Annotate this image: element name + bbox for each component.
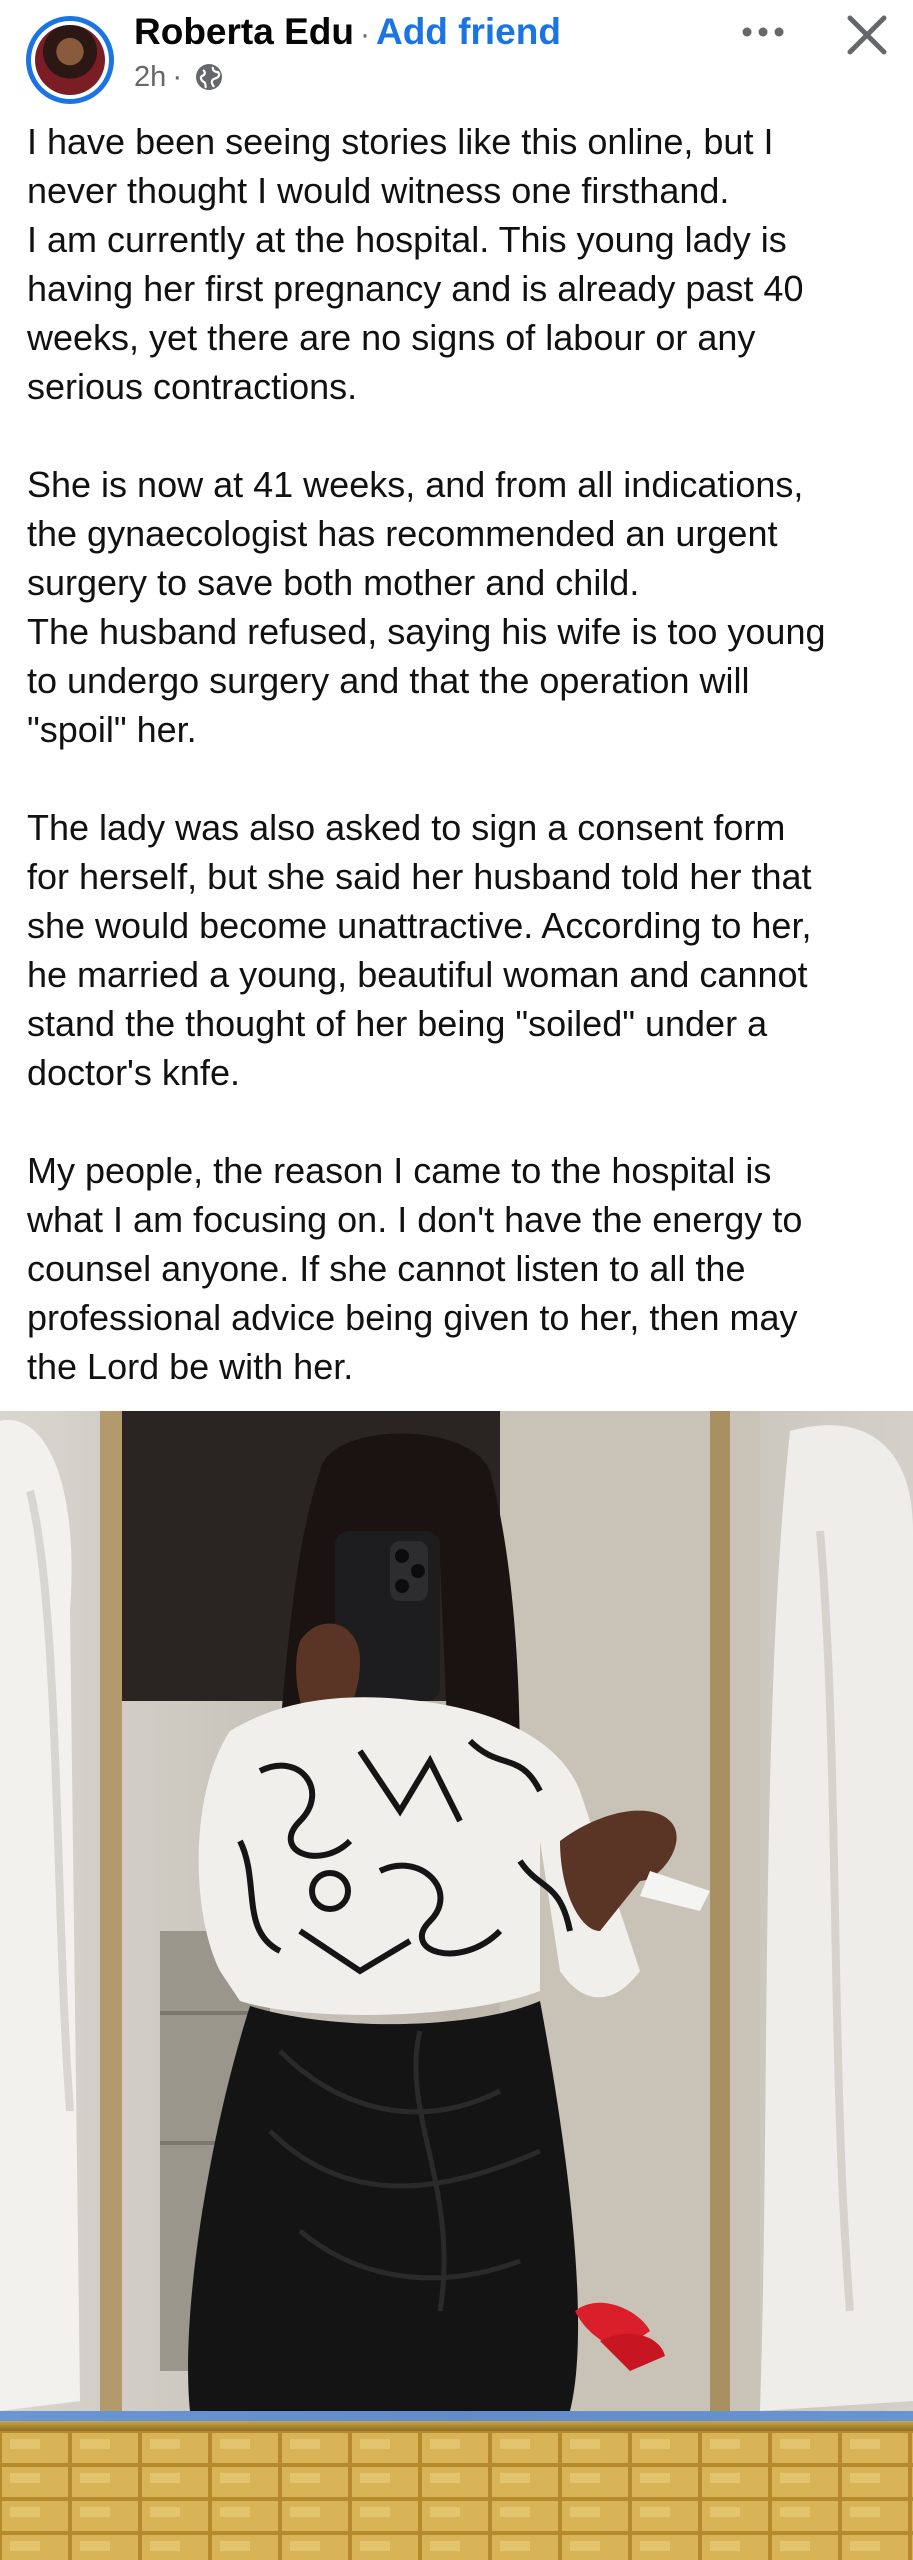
- close-button[interactable]: [840, 8, 894, 62]
- text-line: "spoil" her.: [27, 709, 197, 750]
- post-photo[interactable]: [0, 1411, 913, 2560]
- paragraph-3: The lady was also asked to sign a consen…: [27, 803, 897, 1097]
- paragraph-1: I have been seeing stories like this onl…: [27, 117, 897, 411]
- post-meta: 2h ·: [134, 60, 224, 94]
- add-friend-link[interactable]: Add friend: [376, 11, 561, 52]
- text-line: the gynaecologist has recommended an urg…: [27, 513, 778, 554]
- close-icon: [847, 15, 887, 55]
- text-line: to undergo surgery and that the operatio…: [27, 660, 750, 701]
- text-line: My people, the reason I came to the hosp…: [27, 1150, 772, 1191]
- text-line: serious contractions.: [27, 366, 358, 407]
- text-line: surgery to save both mother and child.: [27, 562, 640, 603]
- text-line: for herself, but she said her husband to…: [27, 856, 812, 897]
- text-line: the Lord be with her.: [27, 1346, 354, 1387]
- text-line: The husband refused, saying his wife is …: [27, 611, 826, 652]
- text-line: The lady was also asked to sign a consen…: [27, 807, 786, 848]
- author-line: Roberta Edu · Add friend: [134, 10, 561, 57]
- meta-separator: ·: [172, 60, 183, 93]
- author-name[interactable]: Roberta Edu: [134, 11, 354, 52]
- post-timestamp[interactable]: 2h: [134, 60, 166, 94]
- text-line: I have been seeing stories like this onl…: [27, 121, 774, 162]
- globe-icon: [196, 64, 223, 90]
- text-line: never thought I would witness one firsth…: [27, 170, 730, 211]
- name-separator: ·: [359, 18, 370, 51]
- paragraph-4: My people, the reason I came to the hosp…: [27, 1146, 897, 1391]
- text-line: having her first pregnancy and is alread…: [27, 268, 804, 309]
- text-line: weeks, yet there are no signs of labour …: [27, 317, 756, 358]
- post-text: I have been seeing stories like this onl…: [27, 117, 897, 1391]
- text-line: stand the thought of her being "soiled" …: [27, 1003, 768, 1044]
- text-line: doctor's knfe.: [27, 1052, 240, 1093]
- text-line: professional advice being given to her, …: [27, 1297, 798, 1338]
- text-line: she would become unattractive. According…: [27, 905, 812, 946]
- more-options-icon: [742, 27, 784, 37]
- post-header: Roberta Edu · Add friend 2h ·: [0, 0, 913, 110]
- more-options-button[interactable]: [728, 12, 798, 52]
- author-avatar[interactable]: [26, 16, 114, 104]
- avatar-image: [35, 25, 105, 95]
- text-line: he married a young, beautiful woman and …: [27, 954, 808, 995]
- text-line: counsel anyone. If she cannot listen to …: [27, 1248, 746, 1289]
- mirror-selfie-image: [0, 1411, 913, 2560]
- paragraph-2: She is now at 41 weeks, and from all ind…: [27, 460, 897, 754]
- text-line: She is now at 41 weeks, and from all ind…: [27, 464, 804, 505]
- text-line: what I am focusing on. I don't have the …: [27, 1199, 803, 1240]
- text-line: I am currently at the hospital. This you…: [27, 219, 787, 260]
